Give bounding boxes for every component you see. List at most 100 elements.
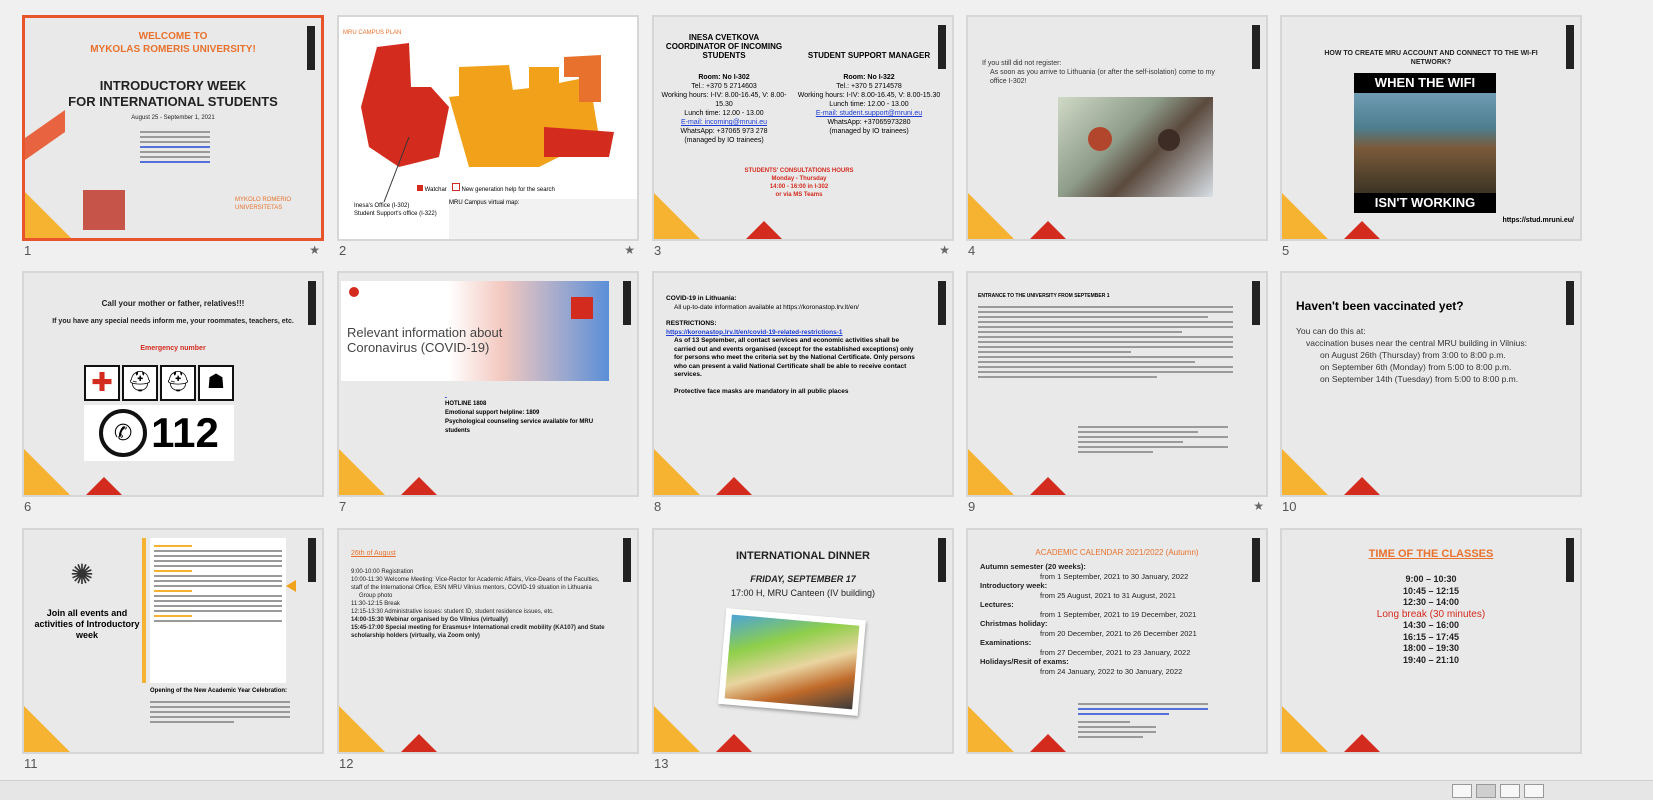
slide-13[interactable]: INTERNATIONAL DINNER FRIDAY, SEPTEMBER 1… (652, 528, 958, 778)
yellow-corner (24, 449, 70, 495)
slide-7-thumbnail[interactable]: Relevant information about Coronavirus (C… (337, 271, 639, 497)
slide-8-text-3: https://koronastop.lrv.lt/en/covid-19-re… (666, 328, 843, 336)
normal-view-button[interactable] (1452, 784, 1472, 798)
slide-15-thumbnail[interactable]: TIME OF THE CLASSES 9:00 – 10:30 10:45 –… (1280, 528, 1582, 754)
slide-2-thumbnail[interactable]: MRU CAMPUS PLAN Inesa's Office (I-302) St… (337, 15, 639, 241)
slide-6-thumbnail[interactable]: Call your mother or father, relatives!!!… (22, 271, 324, 497)
slide-15-text-5: 14:30 – 16:00 (1402, 620, 1460, 630)
red-triangle (1030, 734, 1066, 752)
red-triangle (1344, 477, 1380, 495)
slide-8-text-1: All up-to-date information available at … (674, 303, 859, 311)
slide-2-text-1: Inesa's Office (I-302) (354, 203, 410, 209)
slide-10-thumbnail[interactable]: Haven't been vaccinated yet? You can do … (1280, 271, 1582, 497)
mru-logo-tab (938, 281, 946, 325)
slide-14-text-0: ACADEMIC CALENDAR 2021/2022 (Autumn) (1035, 548, 1199, 557)
slide-13-text-1: FRIDAY, SEPTEMBER 17 (750, 574, 856, 584)
slide-14[interactable]: ACADEMIC CALENDAR 2021/2022 (Autumn) Aut… (966, 528, 1272, 778)
slide-8[interactable]: COVID-19 in Lithuania: All up-to-date in… (652, 271, 958, 521)
slide-3[interactable]: INESA CVETKOVA COORDINATOR OF INCOMING ST… (652, 15, 958, 265)
slide-number: 7 (339, 499, 347, 514)
slide-2-text-5: MRU Campus virtual map: (449, 200, 520, 206)
slide-1-text-2: INTRODUCTORY WEEK (99, 78, 247, 93)
slide-6-text-3: 112 (151, 409, 219, 456)
slide-sorter-grid: WELCOME TO MYKOLAS ROMERIS UNIVERSITY! IN… (0, 0, 1653, 780)
slide-4[interactable]: If you still did not register: As soon a… (966, 15, 1272, 265)
slide-14-text-3: Introductory week: (980, 581, 1048, 590)
slide-15-text-0: TIME OF THE CLASSES (1368, 548, 1494, 560)
mru-logo-tab (938, 25, 946, 69)
slide-3-text-1: COORDINATOR OF INCOMING STUDENTS (665, 42, 783, 60)
slide-3-text-14: E-mail: student.support@mruni.eu (815, 110, 923, 117)
slide-6[interactable]: Call your mother or father, relatives!!!… (22, 271, 328, 521)
red-triangle (1030, 477, 1066, 495)
slide-9[interactable]: ENTRANCE TO THE UNIVERSITY FROM SEPTEMBE… (966, 271, 1272, 521)
slide-number: 1 (24, 243, 32, 258)
slide-3-text-0: INESA CVETKOVA (688, 33, 760, 42)
slide-10-text-2: vaccination buses near the central MRU b… (1306, 338, 1527, 348)
slide-3-text-3: Room: No I-302 (698, 74, 750, 81)
slideshow-view-button[interactable] (1524, 784, 1544, 798)
slide-15-text-2: 10:45 – 12:15 (1402, 585, 1460, 596)
slide-7-text-1: Coronavirus (COVID-19) (347, 340, 490, 355)
slide-5-thumbnail[interactable]: HOW TO CREATE MRU ACCOUNT AND CONNECT TO… (1280, 15, 1582, 241)
slide-10-text-1: You can do this at: (1296, 326, 1366, 336)
slide-number: 10 (1282, 499, 1297, 514)
slide-2[interactable]: MRU CAMPUS PLAN Inesa's Office (I-302) St… (337, 15, 643, 265)
slide-14-thumbnail[interactable]: ACADEMIC CALENDAR 2021/2022 (Autumn) Aut… (966, 528, 1268, 754)
slide-7-text-0: Relevant information about (347, 325, 503, 340)
slide-14-text-9: Examinations: (980, 638, 1032, 647)
slide-2-text-3: Watchar (424, 187, 447, 193)
slide-number: 4 (968, 243, 976, 258)
slide-5[interactable]: HOW TO CREATE MRU ACCOUNT AND CONNECT TO… (1280, 15, 1586, 265)
yellow-corner (24, 706, 70, 752)
reading-view-button[interactable] (1500, 784, 1520, 798)
slide-1-text-4: August 25 - September 1, 2021 (131, 115, 215, 121)
slide-8-text-4: As of 13 September, all contact services… (674, 337, 915, 378)
slide-6-text-2: Emergency number (140, 345, 206, 352)
slide-13-thumbnail[interactable]: INTERNATIONAL DINNER FRIDAY, SEPTEMBER 1… (652, 528, 954, 754)
slide-13-text-2: 17:00 H, MRU Canteen (IV building) (730, 588, 876, 598)
slide-8-thumbnail[interactable]: COVID-19 in Lithuania: All up-to-date in… (652, 271, 954, 497)
slide-12[interactable]: 26th of August 9:00-10:00 Registration 1… (337, 528, 643, 778)
slide-2-text-2: Student Support's office (I-322) (354, 211, 437, 217)
red-triangle (401, 734, 437, 752)
slide-12-text-3: Group photo (359, 593, 393, 599)
slide-15-text-1: 9:00 – 10:30 (1405, 574, 1457, 584)
slide-10-text-0: Haven't been vaccinated yet? (1296, 299, 1464, 313)
red-triangle (86, 477, 122, 495)
slide-3-text-11: Tel.: +370 5 2714578 (836, 83, 902, 90)
schedule-panel (150, 538, 286, 683)
slide-4-thumbnail[interactable]: If you still did not register: As soon a… (966, 15, 1268, 241)
slide-9-thumbnail[interactable]: ENTRANCE TO THE UNIVERSITY FROM SEPTEMBE… (966, 271, 1268, 497)
slide-number: 13 (654, 756, 669, 771)
slide-1-thumbnail[interactable]: WELCOME TO MYKOLAS ROMERIS UNIVERSITY! IN… (22, 15, 324, 241)
slide-14-text-2: from 1 September, 2021 to 30 January, 20… (1040, 571, 1189, 581)
slide-3-text-10: Room: No I-322 (843, 74, 895, 81)
slide-15[interactable]: TIME OF THE CLASSES 9:00 – 10:30 10:45 –… (1280, 528, 1586, 778)
slide-9-text-0: ENTRANCE TO THE UNIVERSITY FROM SEPTEMBE… (978, 293, 1110, 299)
slide-14-text-1: Autumn semester (20 weeks): (980, 562, 1086, 571)
slide-11-thumbnail[interactable]: ✺ Join all events and activities of Intr… (22, 528, 324, 754)
slide-7[interactable]: Relevant information about Coronavirus (C… (337, 271, 643, 521)
slide-14-text-10: from 27 December, 2021 to 23 January, 20… (1040, 647, 1191, 657)
slide-3-thumbnail[interactable]: INESA CVETKOVA COORDINATOR OF INCOMING ST… (652, 15, 954, 241)
slide-sorter-view-button[interactable] (1476, 784, 1496, 798)
students-photo (1058, 97, 1213, 197)
slide-10[interactable]: Haven't been vaccinated yet? You can do … (1280, 271, 1586, 521)
transition-star-icon: ★ (624, 243, 635, 257)
slide-10-text-3: on August 26th (Thursday) from 3:00 to 8… (1320, 350, 1506, 360)
slide-3-text-15: WhatsApp: +37065973280 (827, 119, 911, 126)
slide-12-text-5: 12:15-13:30 Administrative issues: stude… (351, 609, 554, 615)
slide-11[interactable]: ✺ Join all events and activities of Intr… (22, 528, 328, 778)
slide-number: 5 (1282, 243, 1290, 258)
firefighter-icon: ⛑ (122, 365, 158, 401)
slide-12-text-6: 14:00-15:30 Webinar organised by Go Viln… (351, 617, 508, 623)
slide-15-text-3: 12:30 – 14:00 (1402, 597, 1460, 607)
slide-5-text-1: WHEN THE WIFI (1354, 73, 1496, 93)
slide-3-text-9: (managed by IO trainees) (684, 137, 764, 144)
slide-5-text-2: ISN'T WORKING (1354, 193, 1496, 213)
slide-15-text-4: Long break (30 minutes) (1376, 608, 1486, 620)
slide-15-text-7: 18:00 – 19:30 (1402, 643, 1460, 653)
slide-1[interactable]: WELCOME TO MYKOLAS ROMERIS UNIVERSITY! IN… (22, 15, 328, 265)
slide-12-thumbnail[interactable]: 26th of August 9:00-10:00 Registration 1… (337, 528, 639, 754)
